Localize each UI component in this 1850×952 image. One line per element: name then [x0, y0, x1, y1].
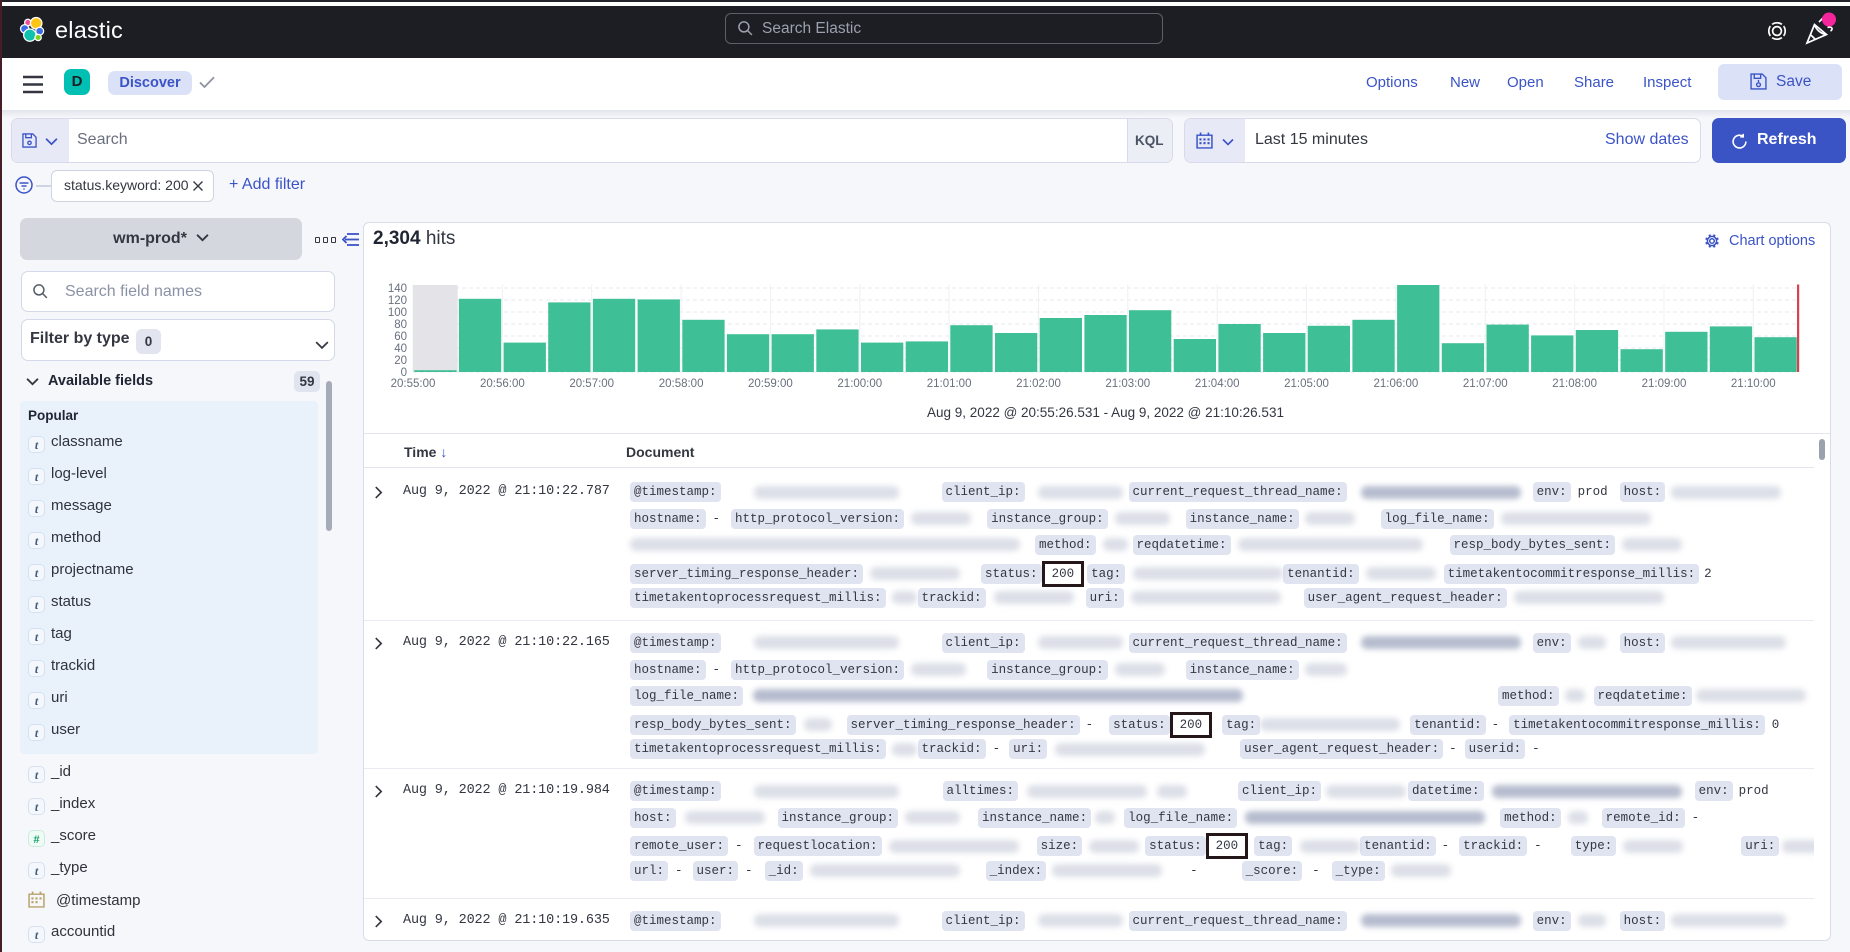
svg-text:20:57:00: 20:57:00 — [569, 378, 614, 390]
svg-text:140: 140 — [388, 283, 407, 295]
svg-text:21:10:00: 21:10:00 — [1731, 378, 1776, 390]
svg-text:21:06:00: 21:06:00 — [1374, 378, 1419, 390]
svg-text:21:00:00: 21:00:00 — [837, 378, 882, 390]
svg-text:20:58:00: 20:58:00 — [659, 378, 704, 390]
svg-text:20:59:00: 20:59:00 — [748, 378, 793, 390]
svg-text:120: 120 — [388, 295, 407, 307]
svg-text:21:01:00: 21:01:00 — [927, 378, 972, 390]
svg-text:60: 60 — [394, 331, 407, 343]
svg-text:21:07:00: 21:07:00 — [1463, 378, 1508, 390]
svg-text:21:03:00: 21:03:00 — [1105, 378, 1150, 390]
svg-text:20: 20 — [394, 355, 407, 367]
svg-text:40: 40 — [394, 343, 407, 355]
svg-text:21:04:00: 21:04:00 — [1195, 378, 1240, 390]
svg-text:80: 80 — [394, 319, 407, 331]
svg-text:100: 100 — [388, 307, 407, 319]
svg-text:21:09:00: 21:09:00 — [1642, 378, 1687, 390]
svg-text:20:56:00: 20:56:00 — [480, 378, 525, 390]
svg-text:20:55:00: 20:55:00 — [391, 378, 436, 390]
svg-text:21:02:00: 21:02:00 — [1016, 378, 1061, 390]
svg-text:21:08:00: 21:08:00 — [1552, 378, 1597, 390]
svg-text:21:05:00: 21:05:00 — [1284, 378, 1329, 390]
